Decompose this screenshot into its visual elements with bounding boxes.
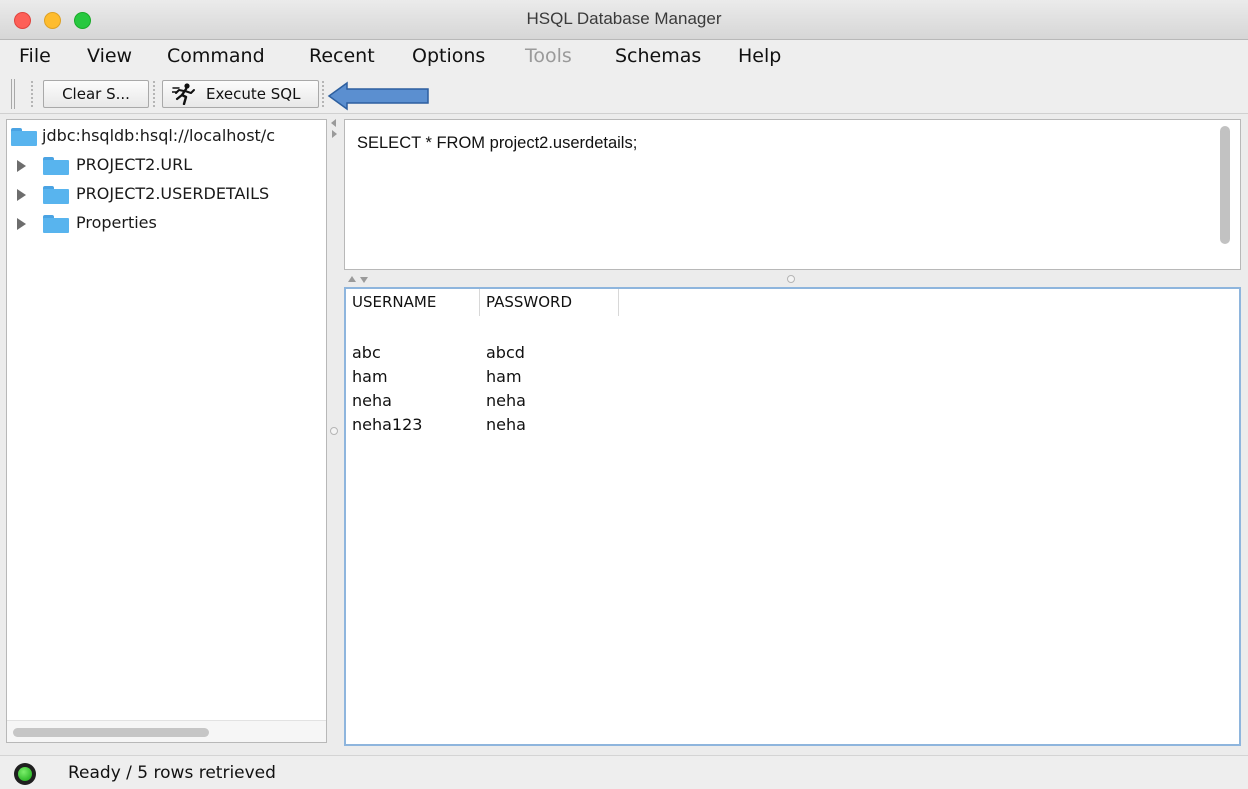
expand-arrow-icon[interactable] xyxy=(17,160,26,172)
vertical-split-divider[interactable] xyxy=(327,114,343,746)
scrollbar-thumb[interactable] xyxy=(13,728,209,737)
menu-view[interactable]: View xyxy=(87,45,132,67)
divider-grip-icon[interactable] xyxy=(787,275,795,283)
menu-file[interactable]: File xyxy=(19,45,51,67)
collapse-down-icon[interactable] xyxy=(360,277,368,283)
sql-editor[interactable]: SELECT * FROM project2.userdetails; xyxy=(344,119,1241,270)
menu-tools: Tools xyxy=(525,45,572,67)
expand-arrow-icon[interactable] xyxy=(17,189,26,201)
tree-root-label: jdbc:hsqldb:hsql://localhost/c xyxy=(42,126,275,145)
clear-sql-button[interactable]: Clear S... xyxy=(43,80,149,108)
status-bar: Ready / 5 rows retrieved xyxy=(0,755,1248,789)
expand-right-icon[interactable] xyxy=(332,130,337,138)
table-cell[interactable]: ham xyxy=(486,367,522,386)
collapse-up-icon[interactable] xyxy=(348,276,356,282)
tree-item-label: PROJECT2.USERDETAILS xyxy=(76,184,270,203)
tree-root[interactable]: jdbc:hsqldb:hsql://localhost/c xyxy=(7,124,326,150)
title-bar: HSQL Database Manager xyxy=(0,0,1248,40)
menu-schemas[interactable]: Schemas xyxy=(615,45,701,67)
toolbar-separator xyxy=(31,81,33,107)
column-header-password[interactable]: PASSWORD xyxy=(480,289,619,316)
table-cell[interactable]: abcd xyxy=(486,343,525,362)
toolbar-grip[interactable] xyxy=(11,79,15,109)
tree-horizontal-scrollbar[interactable] xyxy=(7,720,326,742)
app-window: HSQL Database Manager File View Command … xyxy=(0,0,1248,789)
menu-bar: File View Command Recent Options Tools S… xyxy=(0,40,1248,74)
folder-icon xyxy=(43,157,69,175)
table-cell[interactable]: neha xyxy=(352,391,392,410)
schema-tree-panel: jdbc:hsqldb:hsql://localhost/c PROJECT2.… xyxy=(6,119,327,743)
column-header-username[interactable]: USERNAME xyxy=(346,289,480,316)
horizontal-split-divider[interactable] xyxy=(344,271,1241,287)
menu-command[interactable]: Command xyxy=(167,45,265,67)
status-message: Ready / 5 rows retrieved xyxy=(68,763,276,783)
table-cell[interactable]: abc xyxy=(352,343,381,362)
divider-grip-icon[interactable] xyxy=(330,427,338,435)
tree-item-project2-url[interactable]: PROJECT2.URL xyxy=(7,153,326,179)
toolbar-separator xyxy=(153,81,155,107)
table-cell[interactable]: neha xyxy=(486,415,526,434)
window-title: HSQL Database Manager xyxy=(526,9,722,28)
menu-help[interactable]: Help xyxy=(738,45,781,67)
expand-arrow-icon[interactable] xyxy=(17,218,26,230)
status-indicator-icon xyxy=(14,763,36,785)
tree-item-label: Properties xyxy=(76,213,157,232)
tree-item-label: PROJECT2.URL xyxy=(76,155,193,174)
toolbar: Clear S... Execute SQL xyxy=(0,74,1248,114)
table-cell[interactable]: neha xyxy=(486,391,526,410)
execute-sql-button[interactable]: Execute SQL xyxy=(162,80,319,108)
sql-query-text[interactable]: SELECT * FROM project2.userdetails; xyxy=(357,134,637,153)
runner-icon xyxy=(172,83,195,105)
editor-scrollbar-thumb[interactable] xyxy=(1220,126,1230,244)
folder-icon xyxy=(43,215,69,233)
menu-options[interactable]: Options xyxy=(412,45,485,67)
tree-item-project2-userdetails[interactable]: PROJECT2.USERDETAILS xyxy=(7,182,326,208)
results-table: USERNAME PASSWORD abc abcd ham ham neha … xyxy=(344,287,1241,746)
table-cell[interactable]: neha123 xyxy=(352,415,422,434)
folder-icon xyxy=(43,186,69,204)
menu-recent[interactable]: Recent xyxy=(309,45,375,67)
open-folder-icon xyxy=(11,128,37,146)
tree-item-properties[interactable]: Properties xyxy=(7,211,326,237)
toolbar-separator xyxy=(322,81,324,107)
table-cell[interactable]: ham xyxy=(352,367,388,386)
blue-arrow-icon xyxy=(327,81,429,111)
collapse-left-icon[interactable] xyxy=(331,119,336,127)
execute-sql-label: Execute SQL xyxy=(206,85,301,103)
